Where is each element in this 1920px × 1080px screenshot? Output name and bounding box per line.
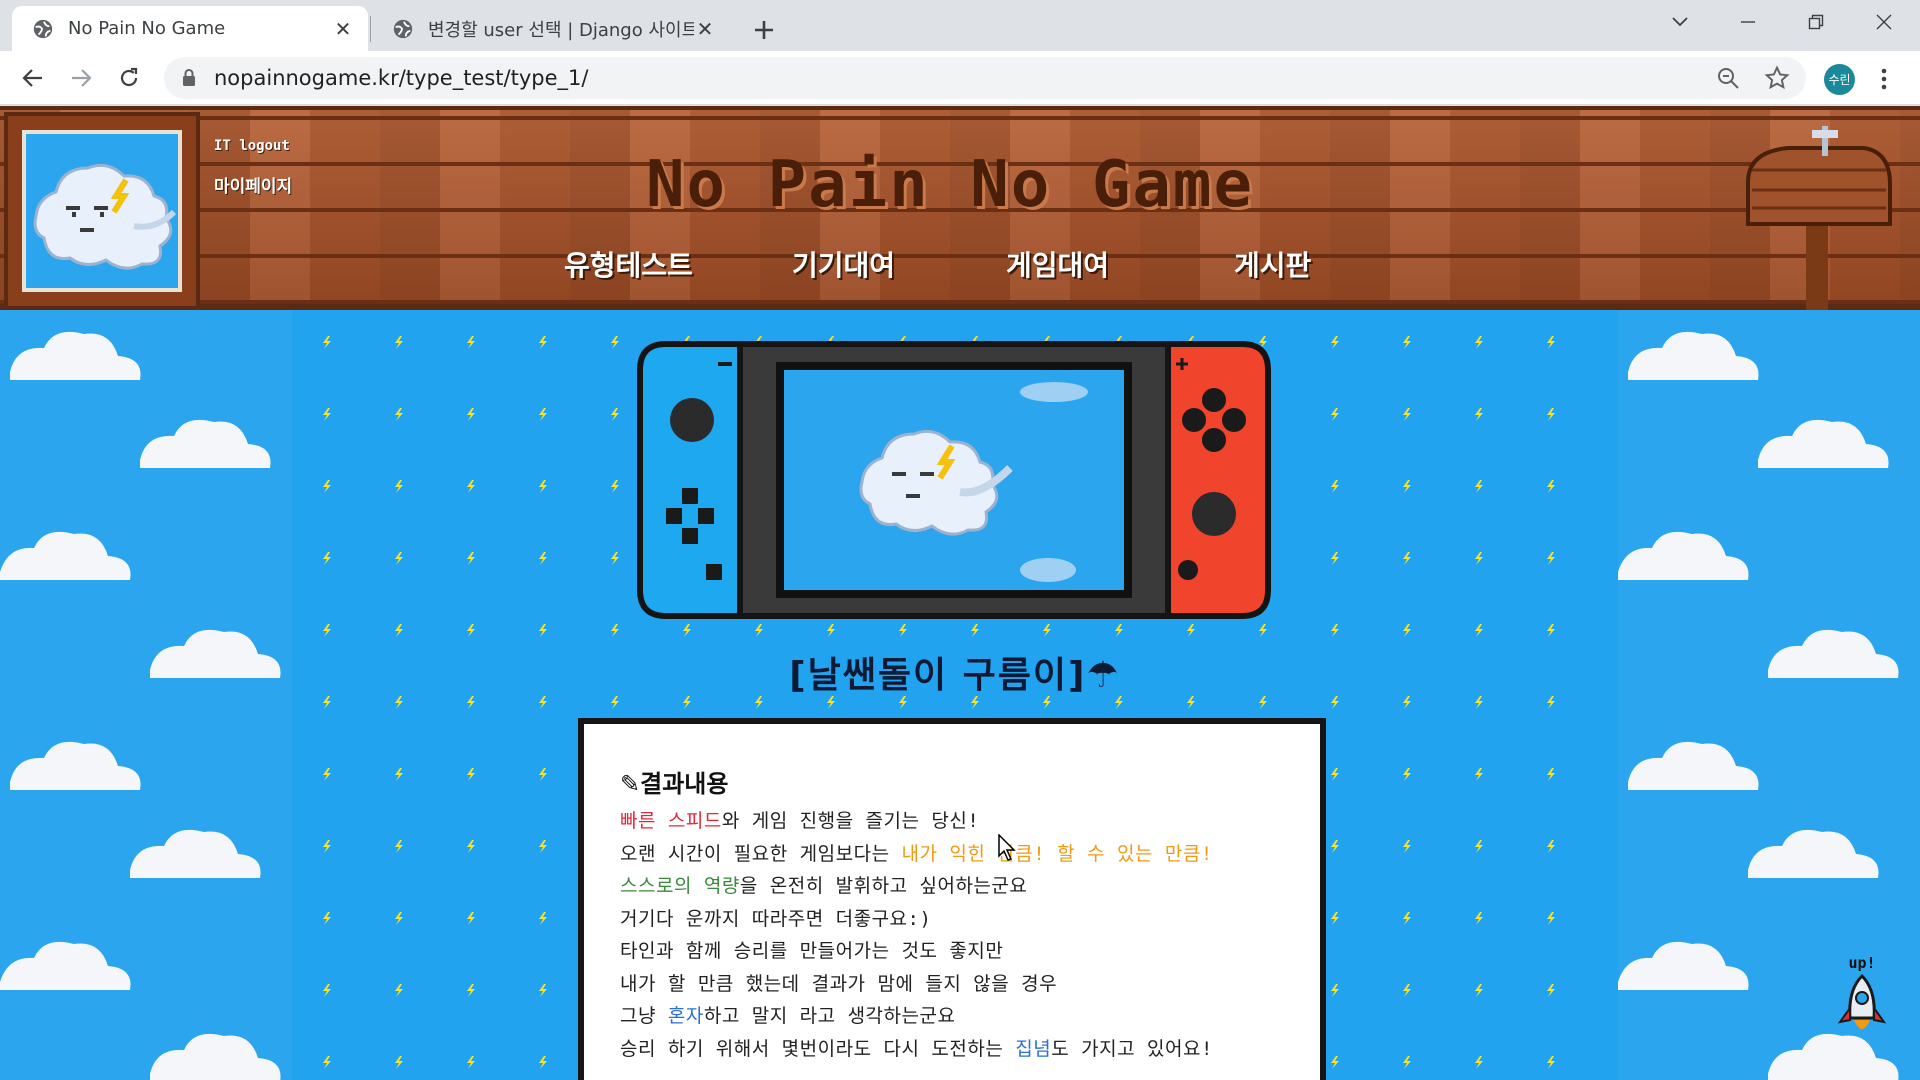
pencil-icon: ✎ xyxy=(620,770,641,798)
site-title[interactable]: No Pain No Game xyxy=(620,148,1280,222)
result-line: 내가 할 만큼 했는데 결과가 맘에 들지 않을 경우 xyxy=(620,968,1300,1001)
result-line: 오랜 시간이 필요한 게임보다는 내가 익힌 만큼! 할 수 있는 만큼! xyxy=(620,838,1300,871)
logout-link[interactable]: IT logout xyxy=(214,138,290,154)
browser-tabstrip: No Pain No Game ✕ 변경할 user 선택 | Django 사… xyxy=(0,0,1920,51)
browser-menu-button[interactable] xyxy=(1874,63,1894,95)
line-text: 타인과 함께 승리를 만들어가는 것도 좋지만 xyxy=(620,940,1004,962)
result-type-title: [날쌘돌이 구름이]☂ xyxy=(789,655,1121,696)
close-window-button[interactable] xyxy=(1854,0,1914,44)
tab-title: No Pain No Game xyxy=(68,18,226,39)
minimize-button[interactable] xyxy=(1718,0,1778,44)
nav-type-test[interactable]: 유형테스트 xyxy=(564,244,693,284)
address-bar[interactable]: nopainnogame.kr/type_test/type_1/ xyxy=(164,57,1806,99)
result-line: 스스로의 역량을 온전히 발휘하고 싶어하는군요 xyxy=(620,870,1300,903)
nav-device-rental[interactable]: 기기대여 xyxy=(792,244,895,284)
bookmark-star-icon[interactable] xyxy=(1764,65,1790,91)
highlight-text: 내가 익힌 만큼! 할 수 있는 만큼! xyxy=(901,842,1213,865)
tab-title: 변경할 user 선택 | Django 사이트 xyxy=(428,19,694,41)
close-icon xyxy=(1876,14,1892,30)
line-text: 거기다 운까지 따라주면 더좋구요:) xyxy=(620,907,932,930)
line-text: 승리 하기 위해서 몇번이라도 다시 도전하는 xyxy=(620,1037,1016,1060)
tab-django-admin[interactable]: 변경할 user 선택 | Django 사이트 ✕ xyxy=(372,6,730,51)
logo-frame xyxy=(4,112,200,310)
forward-button[interactable] xyxy=(62,59,100,97)
up-label: up! xyxy=(1848,954,1876,972)
clouds-left-icon xyxy=(0,331,281,1080)
globe-icon xyxy=(393,19,413,38)
page-viewport: IT logout 마이페이지 No Pain No Game 유형테스트 기기… xyxy=(0,106,1920,1080)
site-logo[interactable] xyxy=(22,130,182,292)
tab-search-button[interactable] xyxy=(1650,0,1710,44)
tab-no-pain-no-game[interactable]: No Pain No Game ✕ xyxy=(12,6,368,51)
lock-icon[interactable] xyxy=(182,69,196,87)
arrow-right-icon xyxy=(72,69,92,87)
restore-button[interactable] xyxy=(1786,0,1846,44)
more-vert-icon xyxy=(1881,68,1887,90)
tab-separator xyxy=(370,16,371,42)
switch-console-image xyxy=(637,341,1271,619)
close-tab-icon[interactable]: ✕ xyxy=(332,18,354,40)
restore-icon xyxy=(1808,14,1824,30)
chevron-down-icon xyxy=(1672,17,1688,27)
new-tab-button[interactable] xyxy=(742,10,786,50)
line-text: 그냥 xyxy=(620,1005,668,1027)
url-text[interactable]: nopainnogame.kr/type_test/type_1/ xyxy=(214,66,588,90)
result-line: 타인과 함께 승리를 만들어가는 것도 좋지만 xyxy=(620,935,1300,968)
line-text: 와 게임 진행을 즐기는 당신! xyxy=(721,810,980,832)
arrow-left-icon xyxy=(22,69,42,87)
mypage-link[interactable]: 마이페이지 xyxy=(214,172,292,197)
result-line: 빠른 스피드와 게임 진행을 즐기는 당신! xyxy=(620,805,1300,838)
close-tab-icon[interactable]: ✕ xyxy=(694,18,716,40)
line-text: 내가 할 만큼 했는데 결과가 맘에 들지 않을 경우 xyxy=(620,972,1058,995)
left-sky-panel xyxy=(0,310,292,1080)
result-line: 승리 하기 위해서 몇번이라도 다시 도전하는 집념도 가지고 있어요! xyxy=(620,1033,1300,1066)
result-heading-text: 결과내용 xyxy=(640,770,729,798)
result-line: 그냥 혼자하고 말지 라고 생각하는군요 xyxy=(620,1000,1300,1033)
scroll-up-button[interactable]: up! xyxy=(1832,954,1892,1044)
reload-icon xyxy=(120,67,138,87)
highlight-text: 스스로의 역량 xyxy=(620,875,740,897)
site-header: IT logout 마이페이지 No Pain No Game 유형테스트 기기… xyxy=(0,106,1920,310)
mouse-cursor-icon xyxy=(998,834,1016,861)
profile-avatar[interactable]: 수린 xyxy=(1824,64,1855,95)
reload-button[interactable] xyxy=(110,59,148,97)
highlight-text: 빠른 스피드 xyxy=(620,810,722,832)
globe-icon xyxy=(33,19,53,38)
browser-toolbar: nopainnogame.kr/type_test/type_1/ 수린 xyxy=(0,51,1920,105)
minimize-icon xyxy=(1741,21,1755,23)
back-button[interactable] xyxy=(14,59,52,97)
line-text: 을 온전히 발휘하고 싶어하는군요 xyxy=(739,875,1028,897)
line-text: 오랜 시간이 필요한 게임보다는 xyxy=(620,842,902,865)
result-heading: ✎결과내용 xyxy=(620,764,1300,799)
result-description: 빠른 스피드와 게임 진행을 즐기는 당신! 오랜 시간이 필요한 게임보다는 내… xyxy=(620,805,1300,1065)
result-card: ✎결과내용 빠른 스피드와 게임 진행을 즐기는 당신! 오랜 시간이 필요한 게… xyxy=(578,718,1326,1080)
zoom-icon[interactable] xyxy=(1716,66,1740,90)
plus-icon xyxy=(755,21,773,39)
mailbox-signpost-icon xyxy=(1746,126,1892,310)
nav-board[interactable]: 게시판 xyxy=(1234,244,1311,284)
highlight-text: 집념 xyxy=(1015,1037,1052,1060)
rocket-icon xyxy=(1837,973,1887,1029)
nav-game-rental[interactable]: 게임대여 xyxy=(1006,244,1109,284)
line-text: 도 가지고 있어요! xyxy=(1051,1037,1213,1060)
highlight-text: 혼자 xyxy=(667,1005,704,1027)
cloud-mascot-icon xyxy=(33,163,177,270)
result-line: 거기다 운까지 따라주면 더좋구요:) xyxy=(620,903,1300,936)
line-text: 하고 말지 라고 생각하는군요 xyxy=(703,1005,956,1027)
